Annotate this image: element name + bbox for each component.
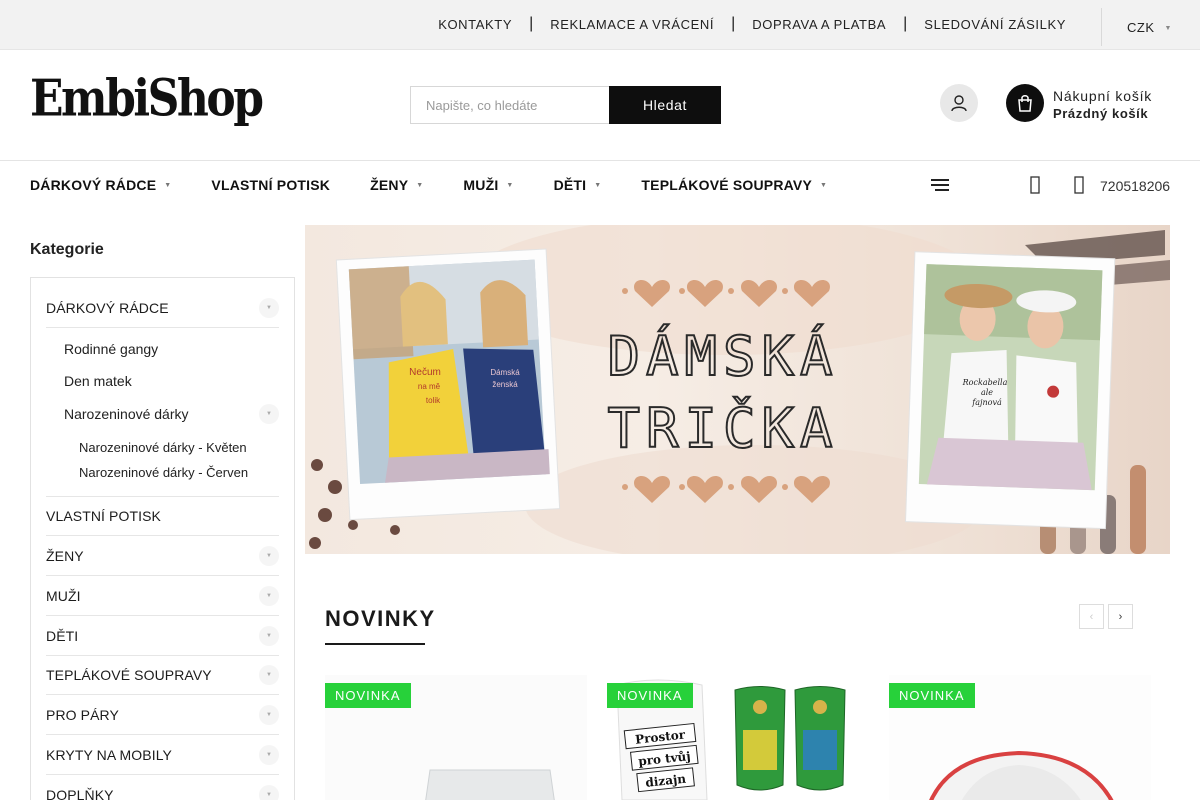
sidebar-item-label: Narozeninové dárky — [64, 406, 189, 422]
sidebar-item-kryty-na-mobily[interactable]: KRYTY NA MOBILY ▼ — [46, 735, 279, 775]
sidebar-item-teplakove-soupravy[interactable]: TEPLÁKOVÉ SOUPRAVY ▼ — [46, 655, 279, 695]
sidebar-subsubitem-cerven[interactable]: Narozeninové dárky - Červen — [79, 465, 248, 480]
chevron-down-icon[interactable]: ▼ — [259, 585, 279, 606]
location-pin-icon[interactable] — [1030, 176, 1040, 194]
tshirt-text: ale — [981, 388, 993, 397]
logo[interactable]: EmbiShop — [30, 73, 264, 125]
sidebar-item-vlastni-potisk[interactable]: VLASTNÍ POTISK — [46, 496, 279, 536]
sidebar-item-label: PRO PÁRY — [46, 706, 119, 723]
cart-button[interactable] — [1006, 84, 1044, 122]
link-kontakty[interactable]: KONTAKTY — [438, 17, 512, 32]
chevron-down-icon[interactable]: ▼ — [259, 704, 279, 725]
sidebar-subsubitem-kveten[interactable]: Narozeninové dárky - Květen — [79, 440, 247, 455]
tshirt-text: tolik — [426, 396, 441, 405]
tshirt-text: na mě — [418, 382, 441, 391]
sidebar-subitem-rodinne-gangy[interactable]: Rodinné gangy — [64, 341, 158, 357]
sidebar-item-zeny[interactable]: ŽENY ▼ — [46, 536, 279, 576]
phone-icon — [1074, 176, 1084, 194]
new-badge: NOVINKA — [325, 683, 411, 708]
chevron-left-icon: ‹ — [1089, 610, 1094, 623]
sidebar-item-label: DÁRKOVÝ RÁDCE — [46, 299, 169, 316]
separator: | — [731, 15, 736, 32]
chevron-down-icon: ▼ — [594, 182, 602, 189]
sidebar-item-label: KRYTY NA MOBILY — [46, 746, 172, 763]
sidebar-item-label: ŽENY — [46, 547, 84, 564]
tshirt-text: ženská — [492, 380, 518, 389]
sidebar-item-muzi[interactable]: MUŽI ▼ — [46, 576, 279, 616]
sidebar-item-pro-pary[interactable]: PRO PÁRY ▼ — [46, 695, 279, 735]
nav-item-label: ŽENY — [370, 177, 409, 193]
top-links: KONTAKTY | REKLAMACE A VRÁCENÍ | DOPRAVA… — [438, 0, 1066, 48]
banner-heading-line2: TRIČKA — [607, 397, 838, 460]
carousel-next-button[interactable]: › — [1108, 604, 1133, 629]
top-bar: KONTAKTY | REKLAMACE A VRÁCENÍ | DOPRAVA… — [0, 0, 1200, 50]
new-badge: NOVINKA — [889, 683, 975, 708]
tshirt-text: Dámská — [490, 368, 520, 377]
separator: | — [903, 15, 908, 32]
sidebar-item-deti[interactable]: DĚTI ▼ — [46, 616, 279, 656]
chevron-down-icon[interactable]: ▼ — [259, 664, 279, 685]
hamburger-menu-icon[interactable] — [931, 179, 949, 191]
chevron-down-icon: ▼ — [506, 182, 514, 189]
account-button[interactable] — [940, 84, 978, 122]
chevron-down-icon: ▼ — [164, 182, 172, 189]
chevron-down-icon[interactable]: ▼ — [259, 785, 279, 800]
phone-number[interactable]: 720518206 — [1100, 178, 1170, 194]
tshirt-text: Nečum — [409, 367, 441, 378]
chevron-down-icon[interactable]: ▼ — [259, 404, 279, 424]
tshirt-text: fajnová — [971, 398, 1002, 407]
chevron-down-icon[interactable]: ▼ — [259, 625, 279, 646]
sidebar-item-darkovy-radce[interactable]: DÁRKOVÝ RÁDCE ▼ — [46, 288, 279, 328]
chevron-down-icon: ▼ — [820, 182, 828, 189]
sidebar-title: Kategorie — [30, 241, 104, 258]
nav-item-label: TEPLÁKOVÉ SOUPRAVY — [641, 177, 812, 193]
nav-item-label: VLASTNÍ POTISK — [211, 177, 331, 193]
currency-selector[interactable]: CZK ▼ — [1101, 8, 1200, 46]
nav-item-label: MUŽI — [463, 177, 499, 193]
banner-image: Nečum na mě tolik Dámská ženská Rockabel… — [309, 225, 1170, 554]
link-sledovani[interactable]: SLEDOVÁNÍ ZÁSILKY — [924, 17, 1066, 32]
currency-label: CZK — [1127, 19, 1155, 35]
cart-title[interactable]: Nákupní košík — [1053, 88, 1152, 104]
chevron-down-icon: ▼ — [416, 182, 424, 189]
hero-banner[interactable]: Nečum na mě tolik Dámská ženská Rockabel… — [305, 225, 1170, 554]
sidebar-item-label: TEPLÁKOVÉ SOUPRAVY — [46, 666, 212, 683]
sidebar-item-label: MUŽI — [46, 587, 81, 604]
chevron-down-icon: ▼ — [1164, 24, 1172, 32]
search-input[interactable] — [410, 86, 610, 124]
search-button[interactable]: Hledat — [609, 86, 721, 124]
tshirt-text: Rockabella — [962, 378, 1008, 387]
nav-item-zeny[interactable]: ŽENY ▼ — [370, 177, 423, 193]
nav-item-label: DĚTI — [553, 177, 587, 193]
nav-item-deti[interactable]: DĚTI ▼ — [554, 177, 602, 193]
sidebar-item-doplnky[interactable]: DOPLŇKY ▼ — [46, 775, 279, 800]
sidebar-subitem-narozeninove-darky[interactable]: Narozeninové dárky ▼ — [64, 404, 279, 424]
cart-status[interactable]: Prázdný košík — [1053, 106, 1148, 121]
banner-heading-line1: DÁMSKÁ — [607, 325, 838, 388]
chevron-down-icon[interactable]: ▼ — [259, 744, 279, 765]
main-nav: DÁRKOVÝ RÁDCE ▼ VLASTNÍ POTISK ŽENY ▼ MU… — [30, 161, 867, 209]
link-doprava[interactable]: DOPRAVA A PLATBA — [752, 17, 886, 32]
nav-item-darkovy-radce[interactable]: DÁRKOVÝ RÁDCE ▼ — [30, 177, 171, 193]
chevron-down-icon[interactable]: ▼ — [259, 545, 279, 566]
nav-item-muzi[interactable]: MUŽI ▼ — [463, 177, 513, 193]
nav-item-label: DÁRKOVÝ RÁDCE — [30, 177, 157, 193]
separator: | — [529, 15, 534, 32]
user-icon — [951, 95, 967, 112]
chevron-down-icon[interactable]: ▼ — [259, 297, 279, 318]
nav-item-vlastni-potisk[interactable]: VLASTNÍ POTISK — [211, 177, 330, 193]
category-menu: DÁRKOVÝ RÁDCE ▼ Rodinné gangy Den matek … — [30, 277, 295, 800]
sidebar-item-label: DĚTI — [46, 627, 79, 644]
carousel-prev-button[interactable]: ‹ — [1079, 604, 1104, 629]
sidebar-item-label: DOPLŇKY — [46, 787, 114, 800]
sidebar-item-label: VLASTNÍ POTISK — [46, 508, 161, 524]
title-underline — [325, 643, 425, 645]
sidebar-subitem-den-matek[interactable]: Den matek — [64, 373, 132, 389]
link-reklamace[interactable]: REKLAMACE A VRÁCENÍ — [550, 17, 714, 32]
chevron-right-icon: › — [1118, 610, 1123, 623]
section-title: NOVINKY — [325, 606, 436, 631]
shopping-bag-icon — [1018, 95, 1032, 112]
nav-item-teplakove-soupravy[interactable]: TEPLÁKOVÉ SOUPRAVY ▼ — [641, 177, 827, 193]
new-badge: NOVINKA — [607, 683, 693, 708]
